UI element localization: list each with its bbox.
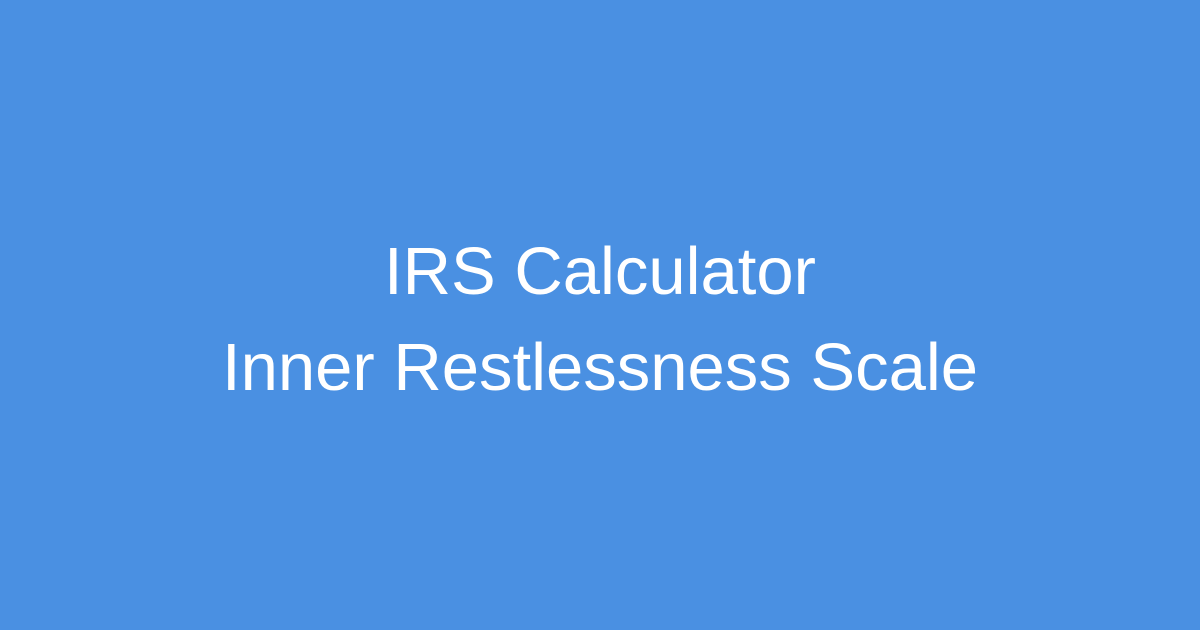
- card-title: IRS Calculator Inner Restlessness Scale: [0, 224, 1200, 416]
- title-line-2: Inner Restlessness Scale: [222, 330, 978, 405]
- share-card: IRS Calculator Inner Restlessness Scale: [0, 0, 1200, 630]
- title-line-1: IRS Calculator: [384, 234, 816, 309]
